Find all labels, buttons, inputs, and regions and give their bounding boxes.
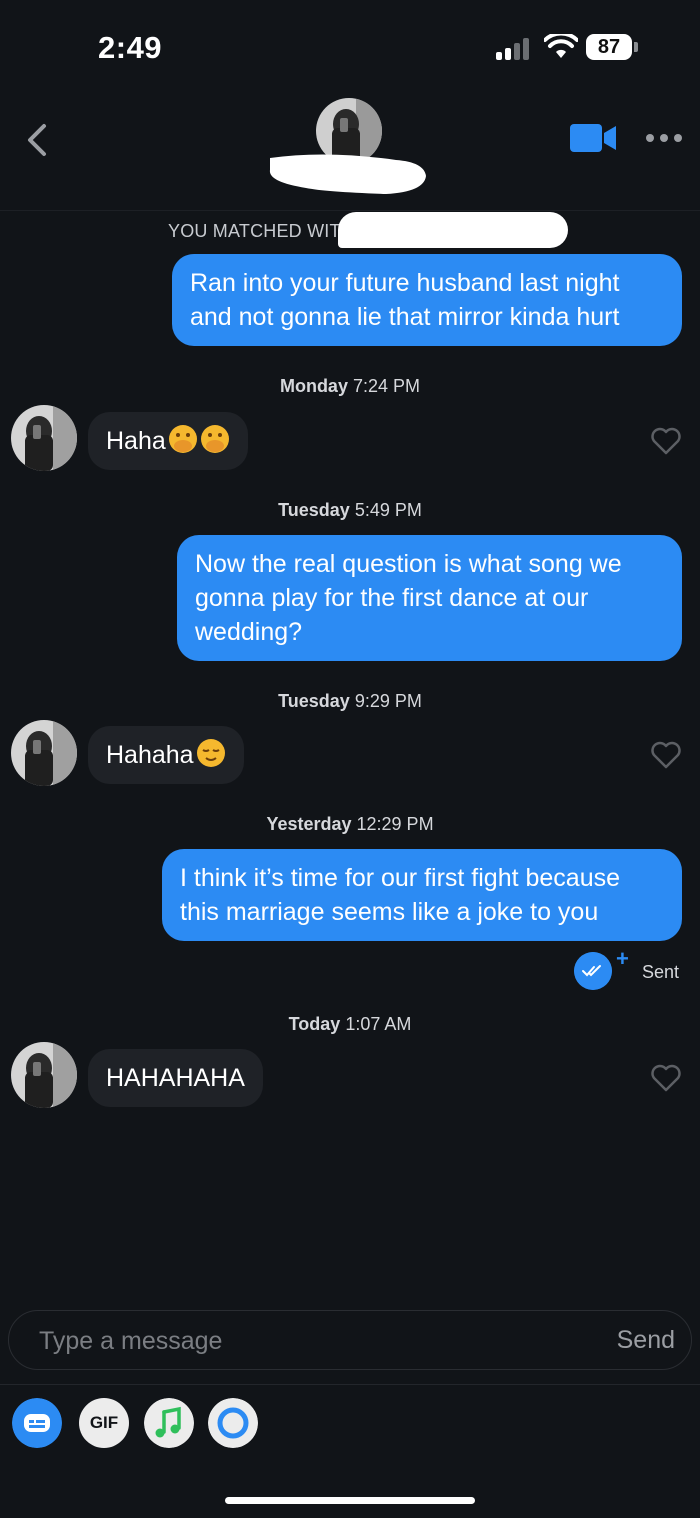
status-time: 2:49	[98, 30, 163, 65]
music-note-icon[interactable]	[144, 1398, 194, 1448]
toolbar-divider	[0, 1384, 700, 1385]
double-check-icon	[574, 952, 612, 990]
sent-label: Sent	[642, 962, 680, 982]
video-call-button[interactable]	[570, 124, 616, 152]
battery-icon: 87	[586, 34, 632, 60]
plus-icon: +	[616, 946, 629, 971]
avatar-photo	[11, 720, 77, 786]
like-heart-icon[interactable]	[650, 426, 682, 456]
like-heart-icon[interactable]	[650, 740, 682, 770]
sender-avatar[interactable]	[11, 1042, 77, 1108]
match-banner: YOU MATCHED WITH	[168, 221, 354, 241]
outgoing-message[interactable]: Now the real question is what song we go…	[177, 535, 682, 661]
outgoing-message[interactable]: I think it’s time for our first fight be…	[162, 849, 682, 941]
avatar-photo	[11, 1042, 77, 1108]
timestamp: Yesterday 12:29 PM	[266, 814, 434, 834]
timestamp: Tuesday 5:49 PM	[278, 500, 422, 520]
message-text: Haha	[106, 427, 166, 455]
gif-button[interactable]: GIF	[79, 1398, 129, 1448]
like-heart-icon[interactable]	[650, 1063, 682, 1093]
cellular-signal-icon	[496, 38, 536, 60]
redacted-name-mark	[269, 154, 426, 194]
chat-header	[0, 90, 700, 210]
timestamp: Today 1:07 AM	[288, 1014, 412, 1034]
incoming-message[interactable]: Hahaha	[88, 726, 244, 784]
sender-avatar[interactable]	[11, 720, 77, 786]
home-indicator	[225, 1497, 475, 1504]
card-icon[interactable]	[12, 1398, 62, 1448]
redacted-match-name	[338, 212, 568, 248]
outgoing-message[interactable]: Ran into your future husband last night …	[172, 254, 682, 346]
send-button[interactable]: Send	[617, 1326, 675, 1355]
timestamp: Monday 7:24 PM	[279, 376, 421, 396]
wifi-icon	[544, 34, 578, 58]
face-with-hand-over-mouth-icon	[200, 425, 229, 453]
status-bar: 2:49 87	[0, 0, 700, 90]
relieved-face-icon	[196, 739, 225, 767]
more-options-button[interactable]	[646, 132, 684, 144]
gif-label: GIF	[89, 1413, 119, 1432]
face-with-hand-over-mouth-icon	[168, 425, 197, 453]
back-button[interactable]	[22, 120, 52, 160]
sent-status: + Sent	[574, 946, 694, 992]
ring-icon[interactable]	[208, 1398, 258, 1448]
sender-avatar[interactable]	[11, 405, 77, 471]
message-input[interactable]	[39, 1321, 559, 1361]
timestamp: Tuesday 9:29 PM	[278, 691, 422, 711]
incoming-message[interactable]: HAHAHAHA	[88, 1049, 263, 1107]
avatar-photo	[11, 405, 77, 471]
incoming-message[interactable]: Haha	[88, 412, 248, 470]
message-text: Hahaha	[106, 741, 194, 769]
header-divider	[0, 210, 700, 211]
battery-tip	[634, 42, 638, 52]
message-composer: Send	[8, 1310, 692, 1370]
